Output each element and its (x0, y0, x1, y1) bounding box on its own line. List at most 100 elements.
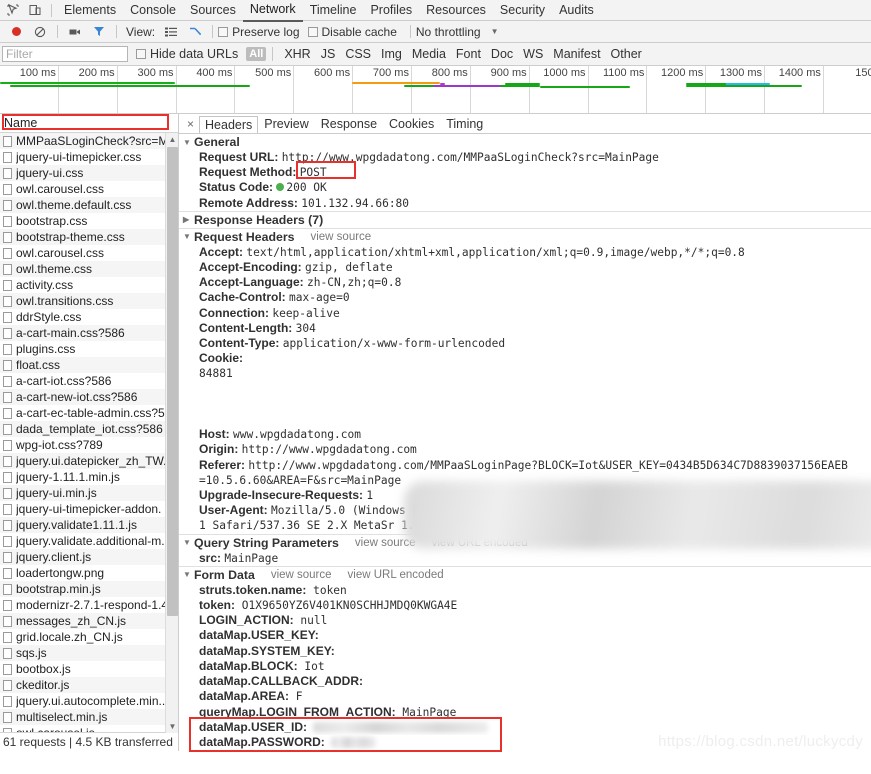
preserve-log-checkbox[interactable]: Preserve log (218, 25, 300, 39)
request-list-item[interactable]: MMPaaSLoginCheck?src=M. (0, 133, 178, 149)
request-list-item[interactable]: sqs.js (0, 645, 178, 661)
section-request-headers[interactable]: ▼ Request Headers view source (179, 227, 871, 245)
request-list-item[interactable]: wpg-iot.css?789 (0, 437, 178, 453)
form-data-value: MainPage (395, 705, 457, 719)
request-list-item[interactable]: a-cart-main.css?586 (0, 325, 178, 341)
request-list-item[interactable]: ddrStyle.css (0, 309, 178, 325)
inspect-element-icon[interactable] (2, 1, 24, 20)
request-list-item[interactable]: bootstrap.min.js (0, 581, 178, 597)
request-list-item[interactable]: multiselect.min.js (0, 709, 178, 725)
detail-tab-headers[interactable]: Headers (199, 116, 259, 133)
filter-icon[interactable] (87, 22, 111, 41)
filter-type-media[interactable]: Media (407, 47, 451, 61)
disable-cache-label: Disable cache (321, 24, 397, 39)
request-list-item[interactable]: owl.transitions.css (0, 293, 178, 309)
request-list-item[interactable]: jquery.ui.datepicker_zh_TW.j (0, 453, 178, 469)
request-list-item[interactable]: bootstrap.css (0, 213, 178, 229)
requests-scrollbar[interactable]: ▲ ▼ (165, 133, 178, 733)
detail-tab-timing[interactable]: Timing (440, 116, 489, 132)
detail-tab-response[interactable]: Response (315, 116, 383, 132)
filter-type-js[interactable]: JS (316, 47, 341, 61)
detail-tab-cookies[interactable]: Cookies (383, 116, 440, 132)
clear-icon[interactable] (28, 22, 52, 41)
record-button[interactable] (4, 22, 28, 41)
tab-audits[interactable]: Audits (552, 0, 601, 21)
tab-network[interactable]: Network (242, 0, 303, 22)
request-list-item[interactable]: ckeditor.js (0, 677, 178, 693)
request-list-item[interactable]: activity.css (0, 277, 178, 293)
request-list-item[interactable]: a-cart-new-iot.css?586 (0, 389, 178, 405)
section-response-headers[interactable]: ▶ Response Headers (7) (179, 210, 871, 228)
filter-type-all[interactable]: All (246, 47, 267, 61)
request-name: float.css (16, 358, 61, 372)
filter-type-css[interactable]: CSS (340, 47, 376, 61)
filter-type-other[interactable]: Other (606, 47, 647, 61)
section-form-data[interactable]: ▼ Form Data view source view URL encoded (179, 565, 871, 583)
filter-type-font[interactable]: Font (451, 47, 486, 61)
request-list-item[interactable]: jquery-ui-timepicker-addon. (0, 501, 178, 517)
hide-data-urls-checkbox[interactable]: Hide data URLs (136, 47, 238, 61)
request-list-item[interactable]: grid.locale.zh_CN.js (0, 629, 178, 645)
request-list-item[interactable]: jquery.client.js (0, 549, 178, 565)
filter-type-doc[interactable]: Doc (486, 47, 518, 61)
request-list-item[interactable]: dada_template_iot.css?586 (0, 421, 178, 437)
throttling-select[interactable]: No throttling (416, 25, 481, 39)
header-key: Request Method: (199, 165, 297, 180)
disable-cache-checkbox[interactable]: Disable cache (307, 24, 397, 39)
request-list-item[interactable]: modernizr-2.7.1-respond-1.4 (0, 597, 178, 613)
request-list-item[interactable]: owl.carousel.css (0, 245, 178, 261)
detail-tab-preview[interactable]: Preview (258, 116, 314, 132)
capture-screenshots-icon[interactable] (63, 22, 87, 41)
tab-sources[interactable]: Sources (183, 0, 243, 21)
tab-profiles[interactable]: Profiles (363, 0, 419, 21)
request-list-item[interactable]: plugins.css (0, 341, 178, 357)
tab-console[interactable]: Console (123, 0, 183, 21)
filter-type-manifest[interactable]: Manifest (548, 47, 605, 61)
view-url-encoded-link[interactable]: view URL encoded (348, 569, 444, 581)
request-list-item[interactable]: owl.theme.default.css (0, 197, 178, 213)
section-general[interactable]: ▼ General (179, 134, 871, 150)
tab-resources[interactable]: Resources (419, 0, 493, 21)
filter-type-xhr[interactable]: XHR (279, 47, 315, 61)
chevron-down-icon[interactable]: ▼ (491, 27, 499, 36)
scroll-down-icon[interactable]: ▼ (166, 720, 179, 733)
view-source-link[interactable]: view source (310, 231, 371, 243)
filter-type-ws[interactable]: WS (518, 47, 548, 61)
tab-elements[interactable]: Elements (57, 0, 123, 21)
search-input[interactable] (2, 46, 128, 62)
request-list-item[interactable]: bootstrap-theme.css (0, 229, 178, 245)
scrollbar-thumb[interactable] (167, 147, 178, 616)
network-overview-timeline[interactable]: 100 ms 200 ms 300 ms 400 ms 500 ms 600 ms 700 … (0, 66, 871, 114)
request-list-item[interactable]: jquery-ui-timepicker.css (0, 149, 178, 165)
request-list-item[interactable]: jquery-ui.css (0, 165, 178, 181)
request-list-item[interactable]: a-cart-iot.css?586 (0, 373, 178, 389)
tab-security[interactable]: Security (493, 0, 552, 21)
request-list-item[interactable]: jquery-ui.min.js (0, 485, 178, 501)
file-icon (3, 423, 12, 435)
filter-type-img[interactable]: Img (376, 47, 407, 61)
requests-list[interactable]: MMPaaSLoginCheck?src=M. jquery-ui-timepic… (0, 133, 178, 732)
scroll-up-icon[interactable]: ▲ (166, 133, 179, 146)
device-toolbar-icon[interactable] (24, 1, 46, 20)
request-list-item[interactable]: owl.carousel.css (0, 181, 178, 197)
request-list-item[interactable]: jquery.ui.autocomplete.min.. (0, 693, 178, 709)
request-list-item[interactable]: jquery.validate1.11.1.js (0, 517, 178, 533)
request-list-item[interactable]: a-cart-ec-table-admin.css?5. (0, 405, 178, 421)
query-row-src: src: MainPage (179, 551, 871, 566)
tab-timeline[interactable]: Timeline (303, 0, 364, 21)
request-list-item[interactable]: float.css (0, 357, 178, 373)
close-icon[interactable]: × (182, 117, 199, 131)
request-list-item[interactable]: owl.carousel.js (0, 725, 178, 732)
overview-bar (720, 83, 770, 85)
request-list-item[interactable]: jquery-1.11.1.min.js (0, 469, 178, 485)
request-list-item[interactable]: loadertongw.png (0, 565, 178, 581)
request-name: owl.theme.default.css (16, 198, 132, 212)
request-list-item[interactable]: messages_zh_CN.js (0, 613, 178, 629)
requests-column-header[interactable]: Name (0, 114, 178, 133)
view-source-link[interactable]: view source (271, 569, 332, 581)
waterfall-view-icon[interactable] (183, 22, 207, 41)
request-list-item[interactable]: jquery.validate.additional-m. (0, 533, 178, 549)
request-list-item[interactable]: owl.theme.css (0, 261, 178, 277)
list-view-icon[interactable] (159, 22, 183, 41)
request-list-item[interactable]: bootbox.js (0, 661, 178, 677)
